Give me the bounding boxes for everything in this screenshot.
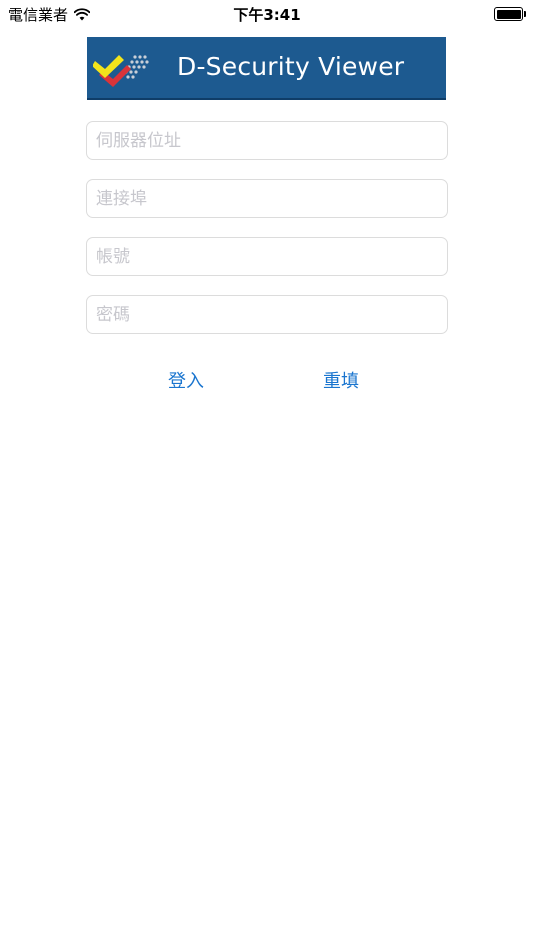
status-bar: 電信業者 下午3:41 bbox=[0, 0, 534, 28]
battery-fill bbox=[496, 9, 521, 19]
dsecurity-logo-icon bbox=[93, 55, 149, 87]
login-button[interactable]: 登入 bbox=[168, 367, 204, 393]
reset-button[interactable]: 重填 bbox=[323, 367, 359, 393]
clock: 下午3:41 bbox=[233, 6, 301, 24]
banner-title: D-Security Viewer bbox=[177, 52, 405, 81]
battery-icon bbox=[494, 7, 526, 21]
port-input[interactable] bbox=[86, 179, 448, 218]
battery-tip bbox=[524, 11, 526, 17]
password-input[interactable] bbox=[86, 295, 448, 334]
battery-body bbox=[494, 7, 523, 21]
account-input[interactable] bbox=[86, 237, 448, 276]
server-address-input[interactable] bbox=[86, 121, 448, 160]
app-banner: D-Security Viewer bbox=[87, 37, 446, 100]
login-screen: 電信業者 下午3:41 D-Security Viewer 伺服器位址 連接埠 … bbox=[0, 0, 534, 950]
